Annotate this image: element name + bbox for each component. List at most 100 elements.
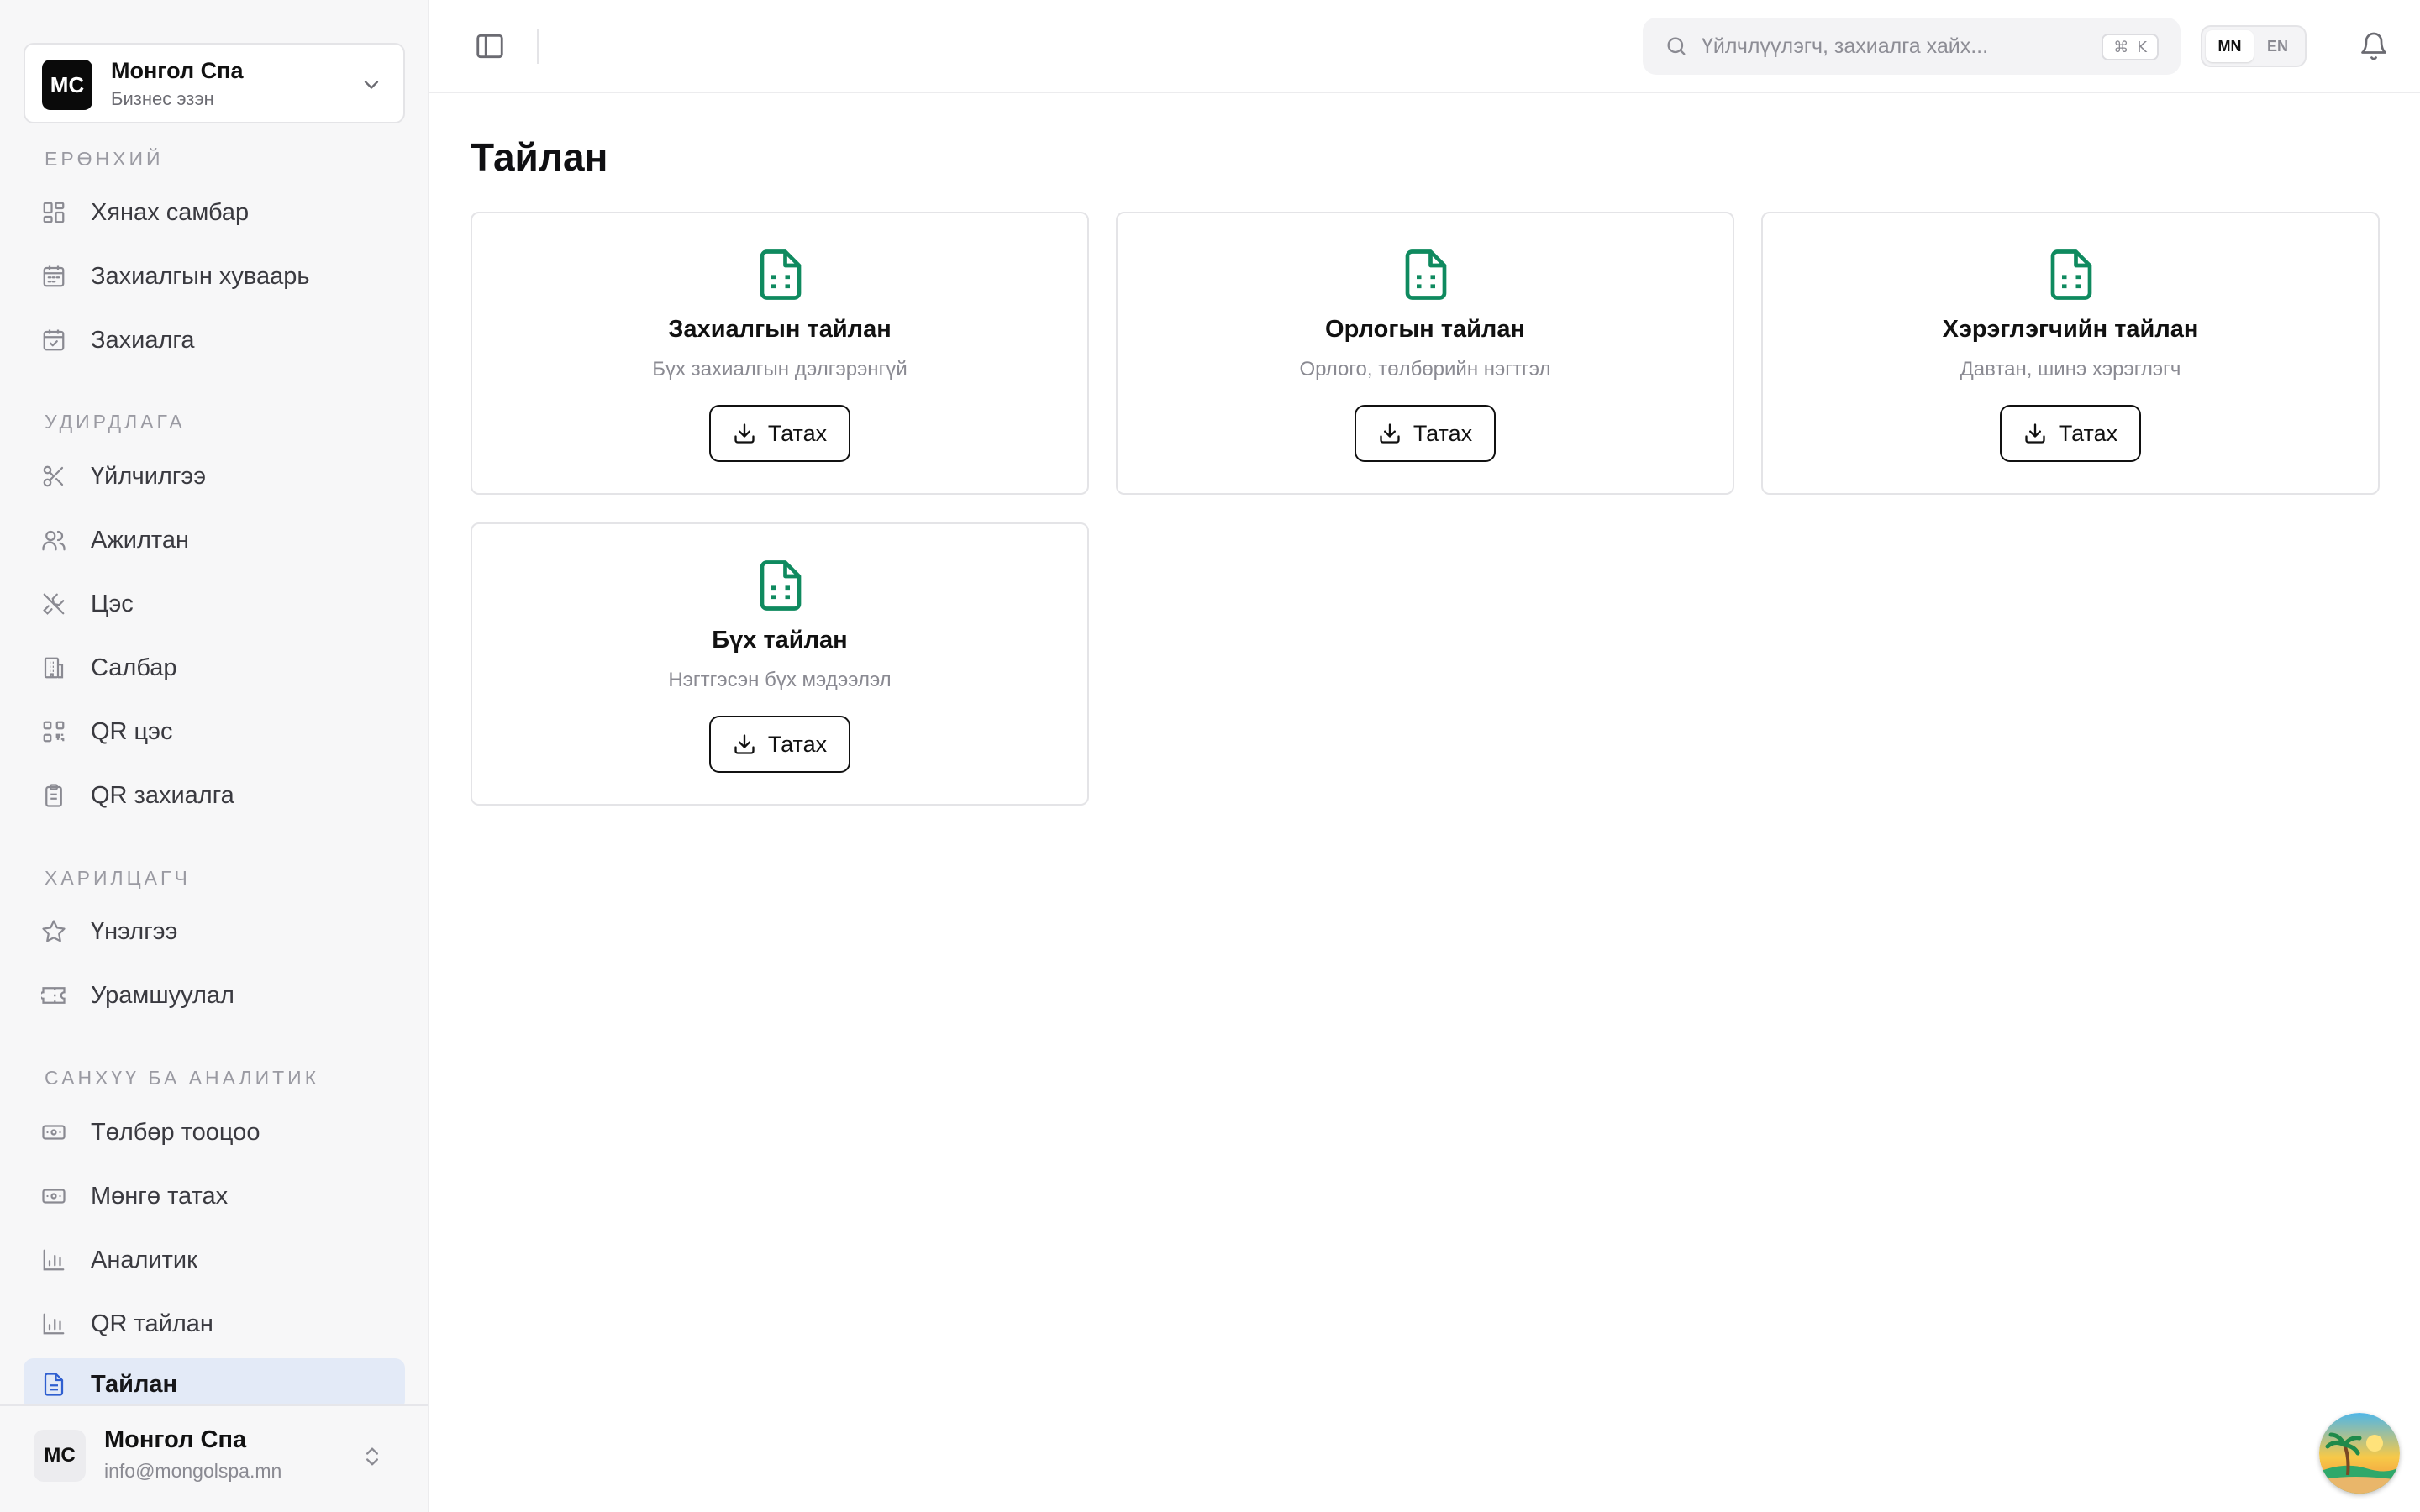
file-spreadsheet-icon: [1405, 249, 1447, 300]
search-bar[interactable]: ⌘ K: [1643, 18, 2181, 75]
file-text-icon: [44, 1373, 64, 1396]
user-email: info@mongolspa.mn: [104, 1460, 282, 1482]
dashboard-icon: [43, 202, 65, 223]
download-icon: [734, 734, 755, 754]
sidebar-item-branches[interactable]: Салбар: [24, 642, 405, 694]
search-icon: [1667, 37, 1686, 55]
top-bar: ⌘ K MN EN: [429, 0, 2420, 93]
divider: [537, 29, 539, 64]
clipboard-icon: [45, 784, 62, 807]
sidebar-item-staff[interactable]: Ажилтан: [24, 514, 405, 566]
sidebar-item-promotions[interactable]: Урамшуулал: [24, 969, 405, 1021]
ticket-icon: [41, 987, 66, 1004]
sidebar-item-label: Захиалгын хуваарь: [91, 263, 310, 290]
sidebar-item-dashboard[interactable]: Хянах самбар: [24, 186, 405, 239]
report-description: Нэгтгэсэн бүх мэдээлэл: [668, 669, 892, 691]
utensils-icon: [43, 593, 65, 615]
sidebar-item-analytics[interactable]: Аналитик: [24, 1234, 405, 1286]
sidebar-item-reports[interactable]: Тайлан: [24, 1358, 405, 1410]
chevron-down-icon: [364, 81, 379, 89]
language-switcher[interactable]: MN EN: [2201, 25, 2307, 67]
download-icon: [1380, 423, 1400, 444]
sidebar-toggle-icon[interactable]: [473, 30, 507, 62]
assistant-bubble[interactable]: [2319, 1413, 2400, 1494]
sidebar: MC Монгол Спа Бизнес эзэн ЕРӨНХИЙ Хянах …: [0, 0, 429, 1512]
sidebar-item-label: Үйлчилгээ: [91, 463, 207, 490]
report-card-customers: Хэрэглэгчийн тайлан Давтан, шинэ хэрэглэ…: [1761, 212, 2380, 495]
report-description: Давтан, шинэ хэрэглэгч: [1960, 358, 2181, 381]
download-icon: [734, 423, 755, 444]
star-icon: [42, 920, 66, 942]
avatar: MC: [34, 1430, 86, 1482]
sidebar-item-label: Урамшуулал: [91, 982, 234, 1009]
user-menu[interactable]: MC Монгол Спа info@mongolspa.mn: [0, 1404, 428, 1512]
sidebar-item-label: Үнэлгээ: [91, 918, 178, 945]
sidebar-item-qr-menu[interactable]: QR цэс: [24, 706, 405, 758]
calendar-check-icon: [43, 329, 65, 351]
sidebar-item-services[interactable]: Үйлчилгээ: [24, 450, 405, 502]
sidebar-item-label: Төлбөр тооцоо: [91, 1119, 260, 1146]
report-card-all: Бүх тайлан Нэгтгэсэн бүх мэдээлэл Татах: [471, 522, 1089, 806]
download-label: Татах: [767, 420, 828, 446]
banknote-icon: [42, 1125, 66, 1140]
report-title: Орлогын тайлан: [1325, 316, 1525, 343]
download-button[interactable]: Татах: [1355, 405, 1496, 462]
sidebar-item-bookings[interactable]: Захиалга: [24, 314, 405, 366]
section-label-customers: ХАРИЛЦАГЧ: [45, 867, 191, 889]
sidebar-item-label: Мөнгө татах: [91, 1183, 229, 1210]
language-option-mn[interactable]: MN: [2206, 30, 2254, 62]
report-title: Хэрэглэгчийн тайлан: [1942, 316, 2199, 343]
sidebar-item-booking-schedule[interactable]: Захиалгын хуваарь: [24, 250, 405, 302]
sidebar-item-qr-orders[interactable]: QR захиалга: [24, 769, 405, 822]
sidebar-item-label: Хянах самбар: [91, 199, 250, 226]
sidebar-item-label: QR тайлан: [91, 1310, 213, 1337]
report-description: Орлого, төлбөрийн нэгтгэл: [1299, 358, 1551, 381]
report-card-revenue: Орлогын тайлан Орлого, төлбөрийн нэгтгэл…: [1116, 212, 1734, 495]
download-button[interactable]: Татах: [2000, 405, 2141, 462]
sidebar-item-payments[interactable]: Төлбөр тооцоо: [24, 1106, 405, 1158]
sidebar-item-withdraw[interactable]: Мөнгө татах: [24, 1170, 405, 1222]
download-label: Татах: [767, 731, 828, 757]
scissors-icon: [43, 465, 64, 487]
sidebar-item-label: QR цэс: [91, 718, 173, 745]
file-spreadsheet-icon: [760, 560, 802, 611]
report-card-bookings: Захиалгын тайлан Бүх захиалгын дэлгэрэнг…: [471, 212, 1089, 495]
qr-code-icon: [43, 721, 65, 743]
file-spreadsheet-icon: [2050, 249, 2092, 300]
shortcut-hint: ⌘ K: [2102, 34, 2159, 60]
sidebar-item-label: Салбар: [91, 654, 177, 681]
building-icon: [44, 657, 64, 679]
sidebar-item-menu[interactable]: Цэс: [24, 578, 405, 630]
report-title: Бүх тайлан: [712, 627, 848, 654]
section-label-general: ЕРӨНХИЙ: [45, 148, 164, 170]
download-button[interactable]: Татах: [709, 716, 850, 773]
section-label-management: УДИРДЛАГА: [45, 411, 186, 433]
search-input[interactable]: [1702, 28, 2088, 65]
report-description: Бүх захиалгын дэлгэрэнгүй: [652, 358, 908, 381]
business-name: Монгол Спа: [111, 58, 244, 83]
business-role: Бизнес эзэн: [111, 88, 214, 109]
sidebar-item-reviews[interactable]: Үнэлгээ: [24, 906, 405, 958]
business-logo: MC: [42, 60, 92, 110]
page-title: Тайлан: [471, 135, 608, 179]
bar-chart-icon: [43, 1249, 65, 1271]
sidebar-item-label: Аналитик: [91, 1247, 197, 1273]
sidebar-item-qr-report[interactable]: QR тайлан: [24, 1298, 405, 1350]
sidebar-item-label: Цэс: [91, 591, 134, 617]
sidebar-item-label: Тайлан: [91, 1371, 178, 1398]
download-button[interactable]: Татах: [709, 405, 850, 462]
section-label-finance: САНХҮҮ БА АНАЛИТИК: [45, 1067, 320, 1089]
download-icon: [2025, 423, 2045, 444]
palm-beach-icon: [2319, 1413, 2400, 1494]
download-label: Татах: [2058, 420, 2118, 446]
report-title: Захиалгын тайлан: [668, 316, 892, 343]
sidebar-item-label: Захиалга: [91, 327, 195, 354]
language-option-en[interactable]: EN: [2254, 30, 2302, 62]
bar-chart-icon: [43, 1313, 65, 1335]
chevrons-up-down-icon: [366, 1447, 378, 1466]
calendar-icon: [43, 265, 65, 287]
bell-icon[interactable]: [2359, 30, 2389, 62]
shortcut-modifier: ⌘: [2113, 38, 2129, 56]
business-switcher[interactable]: MC Монгол Спа Бизнес эзэн: [24, 43, 405, 123]
banknote-icon: [42, 1189, 66, 1204]
